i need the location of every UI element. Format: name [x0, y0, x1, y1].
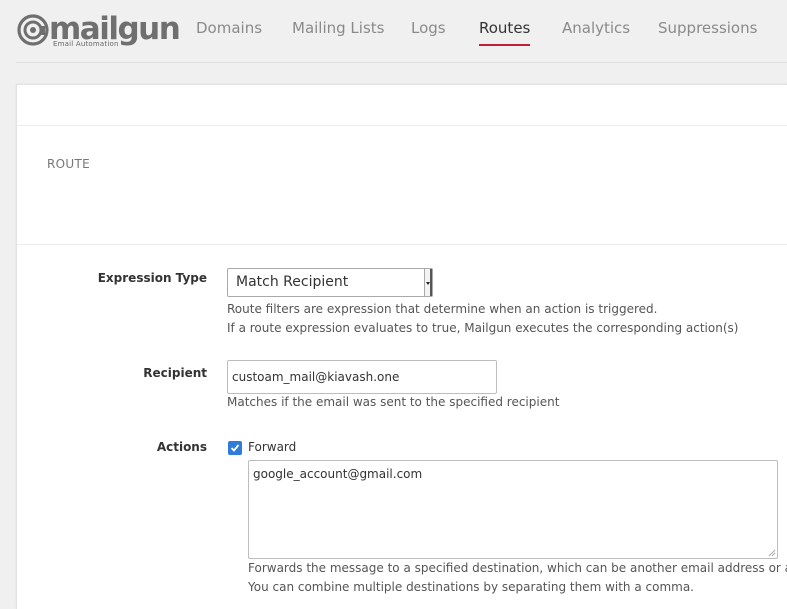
expression-type-label: Expression Type [97, 271, 207, 285]
mailgun-logo[interactable]: mailgun Email Automation [17, 11, 181, 52]
at-sign-icon [17, 14, 49, 46]
expression-type-help-1: Route filters are expression that determ… [227, 302, 658, 316]
nav-logs[interactable]: Logs [411, 18, 446, 38]
nav-suppressions[interactable]: Suppressions [658, 18, 757, 38]
actions-label: Actions [156, 440, 207, 454]
recipient-input[interactable] [227, 360, 497, 394]
actions-help-2: You can combine multiple destinations by… [248, 580, 694, 594]
nav-analytics[interactable]: Analytics [562, 18, 630, 38]
nav-mailing-lists[interactable]: Mailing Lists [292, 18, 384, 38]
section-divider [17, 244, 787, 245]
route-panel: ROUTE Expression Type Match Recipient Ro… [16, 84, 787, 609]
actions-help-1: Forwards the message to a specified dest… [248, 561, 787, 575]
expression-type-select[interactable]: Match Recipient [227, 268, 433, 297]
recipient-label: Recipient [143, 366, 207, 380]
top-nav: mailgun Email Automation Domains Mailing… [0, 0, 787, 62]
nav-divider [16, 62, 787, 63]
expression-type-value: Match Recipient [236, 274, 349, 290]
brand-tagline: Email Automation [53, 40, 119, 48]
recipient-help: Matches if the email was sent to the spe… [227, 395, 560, 409]
checkmark-icon [230, 444, 240, 452]
resize-grip-icon[interactable] [768, 549, 776, 557]
forward-checkbox[interactable] [228, 441, 242, 455]
nav-routes[interactable]: Routes [479, 18, 531, 46]
chevron-down-icon[interactable] [424, 269, 432, 296]
forward-destination-textarea[interactable]: google_account@gmail.com [248, 460, 778, 559]
section-title: ROUTE [47, 157, 90, 171]
forward-label[interactable]: Forward [248, 440, 296, 454]
panel-divider [17, 125, 787, 126]
expression-type-help-2: If a route expression evaluates to true,… [227, 321, 739, 335]
nav-domains[interactable]: Domains [196, 18, 262, 38]
